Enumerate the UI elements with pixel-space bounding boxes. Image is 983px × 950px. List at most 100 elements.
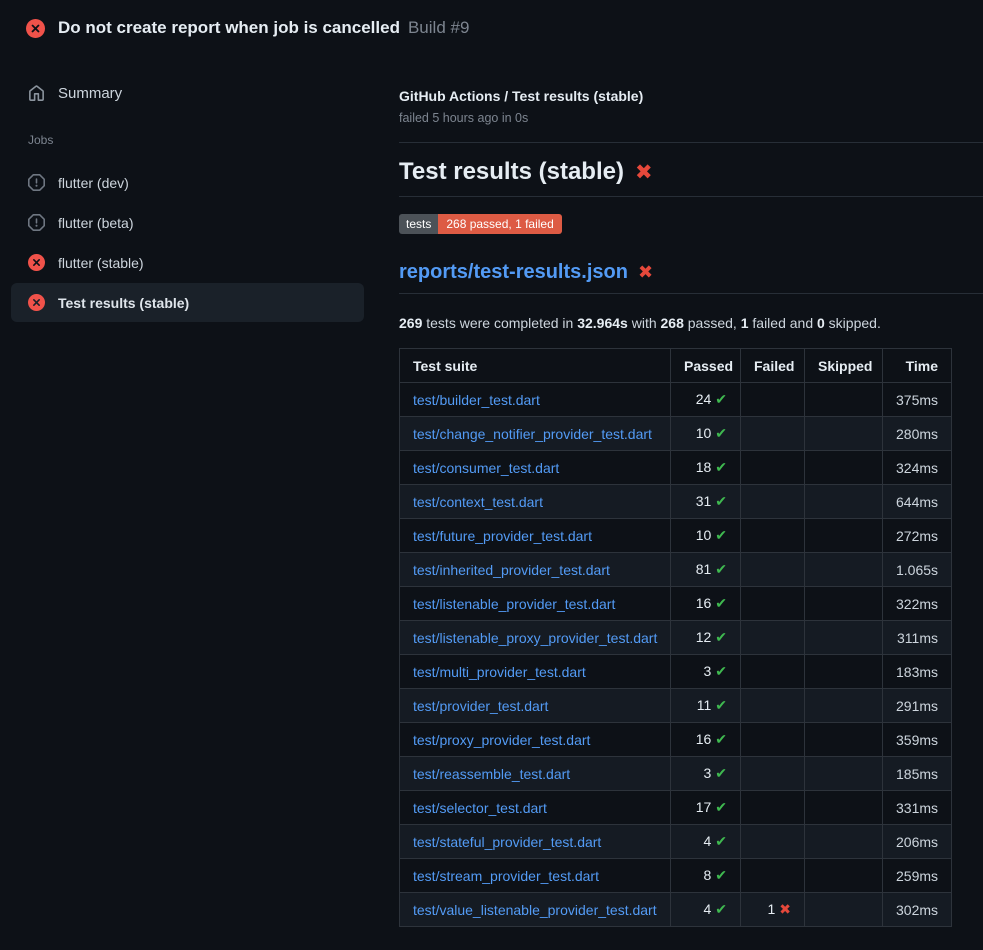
badge-label: tests <box>399 214 438 234</box>
column-header-time: Time <box>883 349 952 383</box>
failed-cell: ✖ <box>741 757 805 791</box>
failed-cell: ✖ <box>741 791 805 825</box>
check-icon: ✔ <box>715 765 727 781</box>
test-suite-link[interactable]: test/listenable_provider_test.dart <box>413 596 615 612</box>
table-row: test/context_test.dart 31✔ ✖ 644ms <box>400 485 952 519</box>
passed-cell: 3✔ <box>671 655 741 689</box>
table-row: test/listenable_proxy_provider_test.dart… <box>400 621 952 655</box>
section-title: Test results (stable) ✖ <box>399 158 983 197</box>
sidebar-item-flutter-dev[interactable]: flutter (dev) <box>11 163 364 202</box>
table-row: test/inherited_provider_test.dart 81✔ ✖ … <box>400 553 952 587</box>
time-cell: 302ms <box>883 893 952 927</box>
time-cell: 644ms <box>883 485 952 519</box>
time-cell: 272ms <box>883 519 952 553</box>
check-icon: ✔ <box>715 459 727 475</box>
check-icon: ✔ <box>715 799 727 815</box>
test-suite-link[interactable]: test/future_provider_test.dart <box>413 528 592 544</box>
x-circle-icon <box>26 19 45 38</box>
skipped-cell <box>805 689 883 723</box>
test-suite-link[interactable]: test/change_notifier_provider_test.dart <box>413 426 652 442</box>
test-suite-link[interactable]: test/multi_provider_test.dart <box>413 664 586 680</box>
check-icon: ✔ <box>715 629 727 645</box>
passed-cell: 81✔ <box>671 553 741 587</box>
time-cell: 280ms <box>883 417 952 451</box>
test-suite-link[interactable]: test/context_test.dart <box>413 494 543 510</box>
column-header-test-suite: Test suite <box>400 349 671 383</box>
jobs-list: flutter (dev) flutter (beta) flutter (st… <box>0 163 380 322</box>
time-cell: 311ms <box>883 621 952 655</box>
table-row: test/value_listenable_provider_test.dart… <box>400 893 952 927</box>
failed-cell: 1✖ <box>741 893 805 927</box>
sidebar-item-test-results-stable[interactable]: Test results (stable) <box>11 283 364 322</box>
failed-cell: ✖ <box>741 655 805 689</box>
skipped-cell <box>805 451 883 485</box>
badge-value: 268 passed, 1 failed <box>438 214 561 234</box>
column-header-passed: Passed <box>671 349 741 383</box>
test-suite-link[interactable]: test/value_listenable_provider_test.dart <box>413 902 657 918</box>
passed-cell: 3✔ <box>671 757 741 791</box>
sidebar-item-flutter-beta[interactable]: flutter (beta) <box>11 203 364 242</box>
test-suite-link[interactable]: test/listenable_proxy_provider_test.dart <box>413 630 657 646</box>
test-suite-link[interactable]: test/reassemble_test.dart <box>413 766 570 782</box>
test-suite-link[interactable]: test/selector_test.dart <box>413 800 547 816</box>
check-icon: ✔ <box>715 901 727 917</box>
test-suite-link[interactable]: test/stateful_provider_test.dart <box>413 834 601 850</box>
skipped-cell <box>805 859 883 893</box>
header-divider <box>399 142 983 143</box>
time-cell: 375ms <box>883 383 952 417</box>
failed-cell: ✖ <box>741 485 805 519</box>
check-icon: ✔ <box>715 833 727 849</box>
table-row: test/change_notifier_provider_test.dart … <box>400 417 952 451</box>
time-cell: 183ms <box>883 655 952 689</box>
passed-cell: 16✔ <box>671 723 741 757</box>
skipped-cell <box>805 791 883 825</box>
time-cell: 206ms <box>883 825 952 859</box>
test-suite-link[interactable]: test/stream_provider_test.dart <box>413 868 599 884</box>
test-suite-link[interactable]: test/inherited_provider_test.dart <box>413 562 610 578</box>
failed-cell: ✖ <box>741 587 805 621</box>
test-suite-link[interactable]: test/proxy_provider_test.dart <box>413 732 590 748</box>
test-results-body: test/builder_test.dart 24✔ ✖ 375ms test/… <box>400 383 952 927</box>
table-row: test/provider_test.dart 11✔ ✖ 291ms <box>400 689 952 723</box>
passed-cell: 12✔ <box>671 621 741 655</box>
table-row: test/selector_test.dart 17✔ ✖ 331ms <box>400 791 952 825</box>
check-icon: ✔ <box>715 731 727 747</box>
skipped-cell <box>805 485 883 519</box>
time-cell: 291ms <box>883 689 952 723</box>
passed-cell: 17✔ <box>671 791 741 825</box>
failed-cell: ✖ <box>741 825 805 859</box>
failed-cell: ✖ <box>741 553 805 587</box>
sidebar-item-flutter-stable[interactable]: flutter (stable) <box>11 243 364 282</box>
table-row: test/consumer_test.dart 18✔ ✖ 324ms <box>400 451 952 485</box>
workflow-title: Do not create report when job is cancell… <box>58 18 400 38</box>
passed-cell: 24✔ <box>671 383 741 417</box>
test-suite-link[interactable]: test/provider_test.dart <box>413 698 548 714</box>
table-row: test/multi_provider_test.dart 3✔ ✖ 183ms <box>400 655 952 689</box>
column-header-skipped: Skipped <box>805 349 883 383</box>
main-content: GitHub Actions / Test results (stable) f… <box>399 88 983 927</box>
check-icon: ✔ <box>715 867 727 883</box>
check-icon: ✔ <box>715 595 727 611</box>
report-file-link[interactable]: reports/test-results.json <box>399 261 628 284</box>
check-icon: ✔ <box>715 391 727 407</box>
sidebar: Summary Jobs flutter (dev) flutter (beta… <box>0 56 380 322</box>
table-row: test/builder_test.dart 24✔ ✖ 375ms <box>400 383 952 417</box>
passed-cell: 10✔ <box>671 417 741 451</box>
sidebar-summary-label: Summary <box>58 85 122 102</box>
failed-cell: ✖ <box>741 621 805 655</box>
skipped-cell <box>805 893 883 927</box>
x-circle-icon <box>28 294 45 311</box>
failed-cell: ✖ <box>741 859 805 893</box>
time-cell: 1.065s <box>883 553 952 587</box>
failed-cell: ✖ <box>741 417 805 451</box>
test-suite-link[interactable]: test/consumer_test.dart <box>413 460 559 476</box>
sidebar-item-summary[interactable]: Summary <box>28 78 380 108</box>
breadcrumb: GitHub Actions / Test results (stable) <box>399 88 983 104</box>
skipped-cell <box>805 825 883 859</box>
cross-icon: ✖ <box>779 901 791 917</box>
skipped-cell <box>805 723 883 757</box>
stop-octagon-icon <box>28 214 45 231</box>
build-number: Build #9 <box>408 18 469 38</box>
table-row: test/stateful_provider_test.dart 4✔ ✖ 20… <box>400 825 952 859</box>
test-suite-link[interactable]: test/builder_test.dart <box>413 392 540 408</box>
